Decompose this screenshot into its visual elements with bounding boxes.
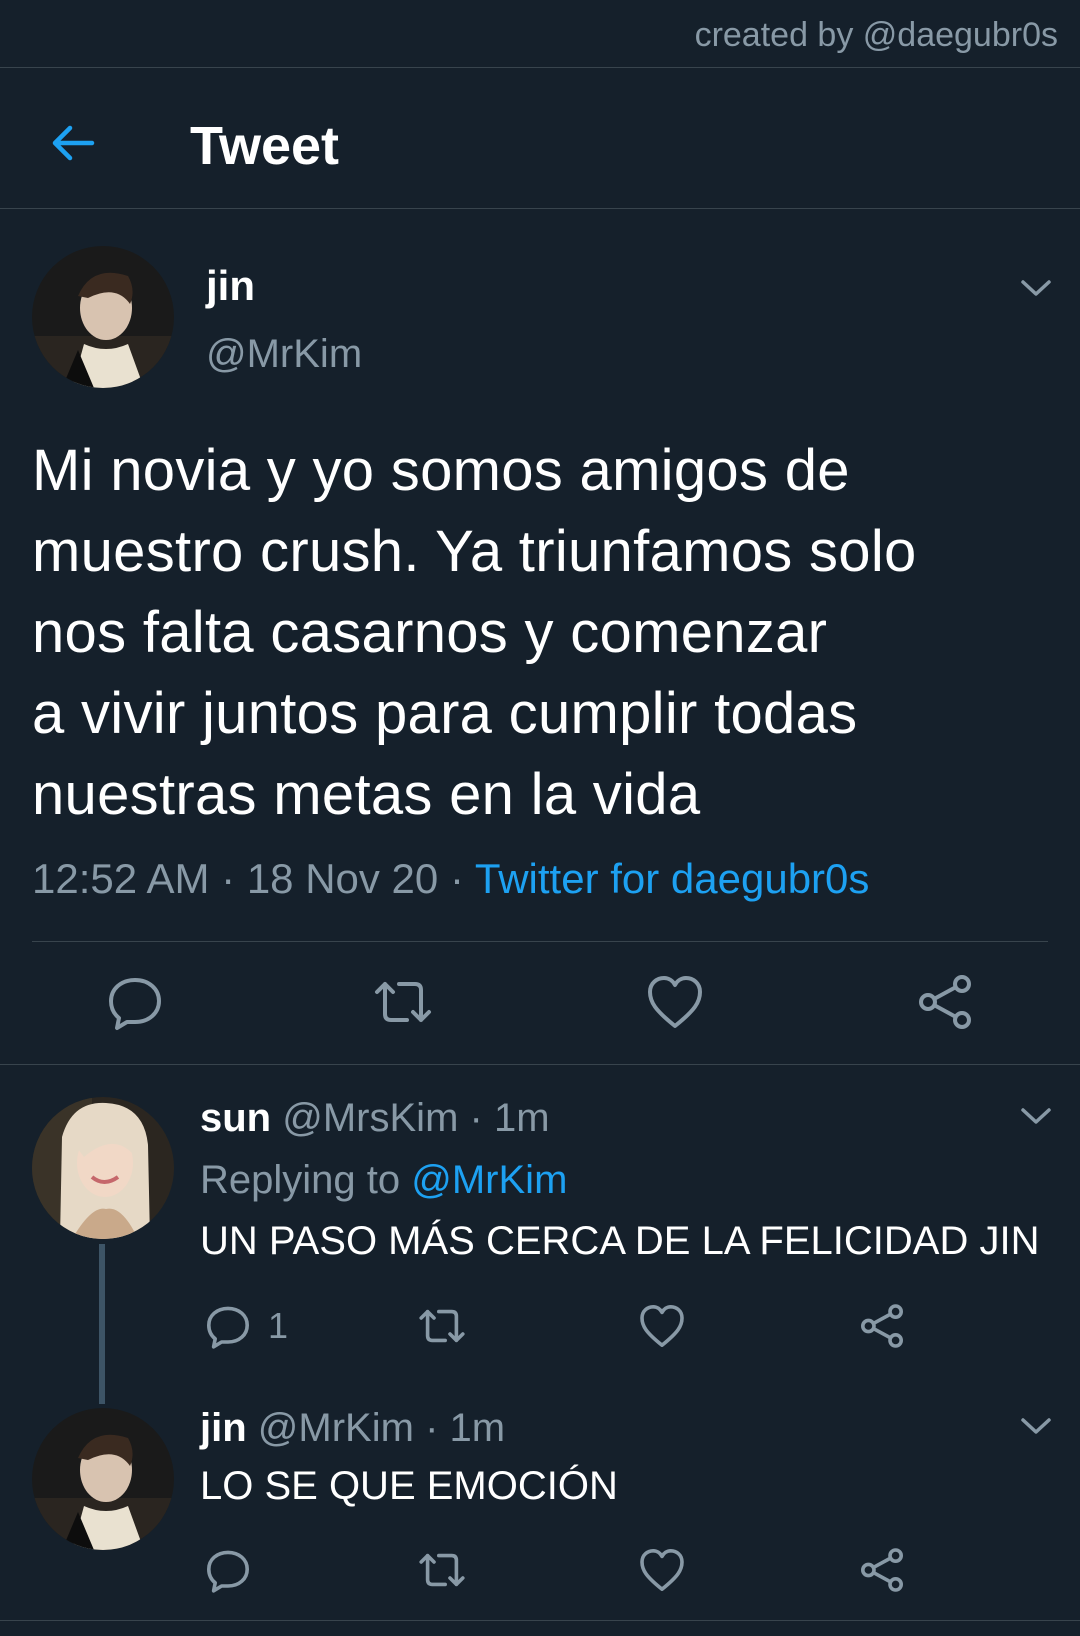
back-arrow-icon (52, 125, 95, 161)
reply-time: 1m (493, 1096, 550, 1140)
page-title: Tweet (190, 116, 340, 176)
share-icon (861, 1304, 903, 1348)
reply-menu-button[interactable] (1018, 1414, 1054, 1443)
reply-text: LO SE QUE EMOCIÓN (200, 1464, 618, 1508)
reply-icon (207, 1306, 249, 1349)
share-icon (919, 975, 971, 1029)
retweet-icon (419, 1309, 465, 1343)
reply-author-handle[interactable]: @MrsKim (282, 1096, 458, 1140)
tweet-source-link[interactable]: Twitter for daegubr0s (475, 855, 870, 902)
avatar-image (32, 246, 174, 388)
replying-to: Replying to @MrKim (200, 1158, 567, 1203)
retweet-icon (375, 982, 431, 1022)
reply-header: sun @MrsKim · 1m (200, 1096, 550, 1141)
meta-separator: · (221, 855, 236, 902)
avatar-image (32, 1097, 174, 1239)
reply-like-button[interactable] (638, 1546, 686, 1599)
tweet-date: 18 Nov 20 (246, 855, 439, 902)
replying-to-mention[interactable]: @MrKim (411, 1158, 567, 1202)
tweet-text-line: Mi novia y yo somos amigos de (32, 438, 850, 503)
reply-icon (109, 978, 161, 1030)
like-button[interactable] (645, 972, 705, 1037)
watermark: created by @daegubr0s (694, 16, 1058, 54)
reply-retweet-button[interactable] (418, 1546, 466, 1599)
thread-line (99, 1244, 105, 1404)
tweet-text-line: a vivir juntos para cumplir todas (32, 681, 858, 746)
back-button[interactable] (48, 118, 98, 168)
reply-button[interactable] (105, 972, 165, 1037)
author-handle[interactable]: @MrKim (206, 332, 362, 377)
chevron-down-icon (1021, 280, 1051, 296)
reply-retweet-button[interactable] (418, 1302, 466, 1355)
reply-reply-button[interactable] (204, 1546, 252, 1599)
share-button[interactable] (915, 972, 975, 1037)
reply-author-name[interactable]: jin (200, 1406, 247, 1450)
chevron-down-icon (1021, 1108, 1051, 1124)
meta-separator: · (469, 1096, 483, 1140)
reply-share-button[interactable] (858, 1546, 906, 1599)
replies-divider (0, 1064, 1080, 1065)
heart-icon (640, 1549, 684, 1591)
avatar[interactable] (32, 246, 174, 388)
tweet-text-line: muestro crush. Ya triunfamos solo (32, 519, 917, 584)
share-icon (861, 1548, 903, 1592)
author-name[interactable]: jin (206, 262, 255, 310)
reply-like-button[interactable] (638, 1302, 686, 1355)
reply-text: UN PASO MÁS CERCA DE LA FELICIDAD JIN (200, 1219, 1040, 1263)
reply-author-handle[interactable]: @MrKim (258, 1406, 414, 1450)
reply-time: 1m (449, 1406, 506, 1450)
tweet-text-line: nos falta casarnos y comenzar (32, 600, 828, 665)
meta-separator: · (425, 1406, 439, 1450)
tweet-meta: 12:52 AM · 18 Nov 20 · Twitter for daegu… (32, 855, 869, 903)
tweet-text-line: nuestras metas en la vida (32, 762, 701, 827)
reply-count: 1 (268, 1305, 289, 1346)
tweet-menu-button[interactable] (1018, 276, 1054, 305)
reply-reply-button[interactable] (204, 1302, 252, 1355)
avatar[interactable] (32, 1097, 174, 1239)
heart-icon (640, 1305, 684, 1347)
tweet-actions-divider (32, 941, 1048, 942)
reply-author-name[interactable]: sun (200, 1096, 271, 1140)
meta-separator: · (449, 855, 464, 902)
watermark-divider (0, 67, 1080, 68)
reply-header: jin @MrKim · 1m (200, 1406, 505, 1451)
replying-to-label: Replying to (200, 1158, 401, 1202)
retweet-button[interactable] (373, 972, 433, 1037)
reply-icon (207, 1550, 249, 1593)
bottom-divider (0, 1620, 1080, 1621)
header-divider (0, 208, 1080, 209)
reply-share-button[interactable] (858, 1302, 906, 1355)
tweet-text: Mi novia y yo somos amigos de muestro cr… (32, 430, 1052, 835)
avatar[interactable] (32, 1408, 174, 1550)
heart-icon (648, 976, 702, 1028)
tweet-time: 12:52 AM (32, 855, 210, 902)
reply-menu-button[interactable] (1018, 1104, 1054, 1133)
avatar-image (32, 1408, 174, 1550)
chevron-down-icon (1021, 1418, 1051, 1434)
retweet-icon (419, 1553, 465, 1587)
